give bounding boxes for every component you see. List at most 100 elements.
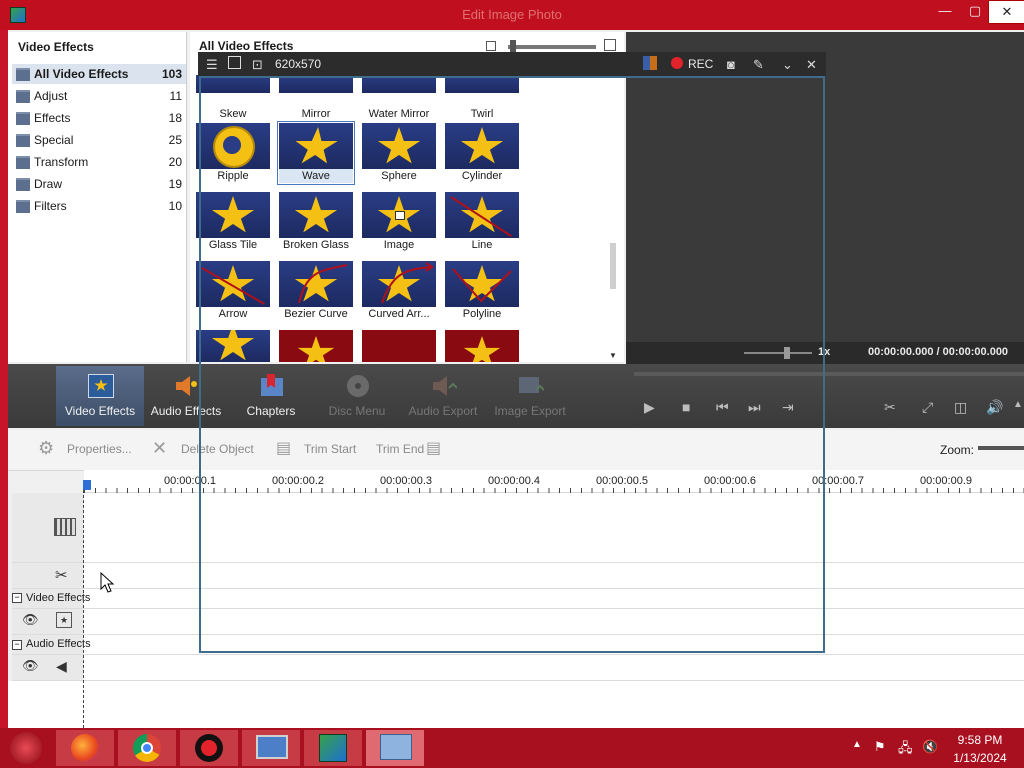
category-count: 10 [168, 199, 182, 213]
maximize-button[interactable]: ▢ [960, 0, 990, 22]
panel-title: Video Effects [18, 40, 94, 54]
audio-effects-track-label: Audio Effects [26, 638, 91, 650]
collapse-audio-effects-icon[interactable]: − [12, 640, 22, 650]
taskbar-chrome[interactable] [118, 730, 176, 766]
collapse-icon[interactable]: ⌄ [782, 57, 793, 73]
category-label: Filters [34, 199, 67, 213]
snapshot-icon[interactable]: ◫ [954, 399, 967, 416]
menu-icon[interactable]: ☰ [206, 57, 218, 73]
category-count: 20 [168, 155, 182, 169]
category-count: 18 [168, 111, 182, 125]
folder-icon [16, 112, 30, 125]
capture-size: 620x570 [275, 57, 322, 71]
audio-effects-icon [174, 374, 198, 396]
region-icon[interactable] [228, 56, 241, 69]
fullscreen-icon[interactable]: ⤢ [922, 399, 933, 416]
audio-effect-track-icon: ◀ [56, 658, 67, 674]
category-draw[interactable]: Draw 19 [12, 174, 186, 194]
flag-icon[interactable]: ⚑ [874, 739, 886, 755]
start-icon[interactable] [10, 732, 42, 764]
record-icon[interactable] [671, 57, 683, 69]
audio-visibility-eye-icon[interactable]: 👁 [22, 658, 39, 674]
more-icon[interactable]: ▲ [1013, 399, 1023, 410]
recorder-icon [195, 734, 223, 762]
window-title: Edit Image Photo [462, 7, 562, 22]
firefox-icon [71, 734, 99, 762]
folder-icon [16, 178, 30, 191]
chrome-icon [133, 734, 161, 762]
rec-button[interactable]: REC [688, 57, 713, 71]
folder-icon [16, 68, 30, 81]
category-transform[interactable]: Transform 20 [12, 152, 186, 172]
ruler-label: 00:00:00.9 [920, 475, 972, 487]
clock-time[interactable]: 9:58 PM [942, 733, 1018, 747]
category-filters[interactable]: Filters 10 [12, 196, 186, 216]
delete-icon: ✕ [152, 438, 168, 458]
pen-icon[interactable]: ✎ [753, 57, 764, 73]
tab-video-effects[interactable]: Video Effects [56, 366, 144, 426]
category-label: Adjust [34, 89, 68, 103]
category-count: 19 [168, 177, 182, 191]
slider-thumb[interactable] [510, 40, 516, 52]
show-hidden-icons-icon[interactable]: ▲ [852, 739, 862, 750]
mouse-cursor-icon [100, 572, 114, 593]
camera-icon[interactable]: ◙ [727, 57, 735, 72]
folder-icon [16, 156, 30, 169]
control-panel-icon [380, 734, 412, 760]
gear-icon: ⚙ [38, 438, 55, 458]
cut-icon[interactable]: ✂ [884, 399, 896, 416]
photo-editor-icon [319, 734, 347, 762]
film-icon [54, 518, 76, 536]
category-all-video-effects[interactable]: All Video Effects 103 [12, 64, 186, 84]
clock-date[interactable]: 1/13/2024 [942, 751, 1018, 765]
category-label: Special [34, 133, 74, 147]
minimize-button[interactable]: — [930, 0, 960, 22]
playhead[interactable] [83, 480, 91, 490]
video-effect-track-icon: ★ [56, 612, 72, 628]
category-label: Transform [34, 155, 89, 169]
timecode: 00:00:00.000 / 00:00:00.000 [868, 346, 1009, 358]
category-label: Effects [34, 111, 71, 125]
small-thumbnails-icon[interactable] [486, 41, 496, 51]
zoom-label: Zoom: [940, 443, 975, 457]
zoom-region-icon[interactable]: ⊡ [252, 57, 263, 73]
capture-region-frame[interactable] [199, 76, 825, 653]
thumbnail-size-slider[interactable] [508, 45, 596, 49]
track-divider [12, 654, 1024, 655]
timeline-zoom-slider[interactable] [978, 446, 1024, 450]
network-computer-icon [256, 735, 288, 759]
taskbar-photo-editor[interactable] [304, 730, 362, 766]
grid-title: All Video Effects [199, 39, 294, 53]
video-effects-track-label: Video Effects [26, 592, 91, 604]
recorder-close-icon[interactable]: ✕ [806, 57, 817, 73]
network-icon[interactable]: 🖧 [898, 739, 913, 761]
collapse-video-effects-icon[interactable]: − [12, 593, 22, 603]
category-count: 25 [168, 133, 182, 147]
taskbar-control-panel[interactable] [366, 730, 424, 766]
video-effects-icon [88, 374, 114, 398]
close-button[interactable]: ✕ [988, 0, 1024, 24]
category-adjust[interactable]: Adjust 11 [12, 86, 186, 106]
category-special[interactable]: Special 25 [12, 130, 186, 150]
taskbar-recorder[interactable] [180, 730, 238, 766]
palette-icon[interactable] [643, 56, 657, 70]
category-effects[interactable]: Effects 18 [12, 108, 186, 128]
category-count: 103 [161, 67, 182, 81]
category-panel: Video Effects All Video Effects 103 Adju… [8, 32, 187, 362]
category-label: All Video Effects [34, 67, 129, 81]
category-label: Draw [34, 177, 63, 191]
timeline-empty-area [8, 681, 1024, 728]
folder-icon [16, 90, 30, 103]
large-thumbnails-icon[interactable] [604, 39, 616, 51]
properties-button[interactable]: Properties... [67, 442, 132, 456]
tab-label: Video Effects [64, 404, 136, 418]
volume-icon[interactable]: 🔊 [986, 399, 1003, 416]
mute-icon[interactable]: 🔇 [922, 739, 938, 755]
category-count: 11 [169, 89, 182, 103]
taskbar-firefox[interactable] [56, 730, 114, 766]
taskbar-network-computer[interactable] [242, 730, 300, 766]
folder-icon [16, 134, 30, 147]
playhead-line [83, 490, 84, 728]
visibility-eye-icon[interactable]: 👁 [22, 612, 39, 628]
scissors-icon[interactable]: ✂ [55, 566, 68, 584]
